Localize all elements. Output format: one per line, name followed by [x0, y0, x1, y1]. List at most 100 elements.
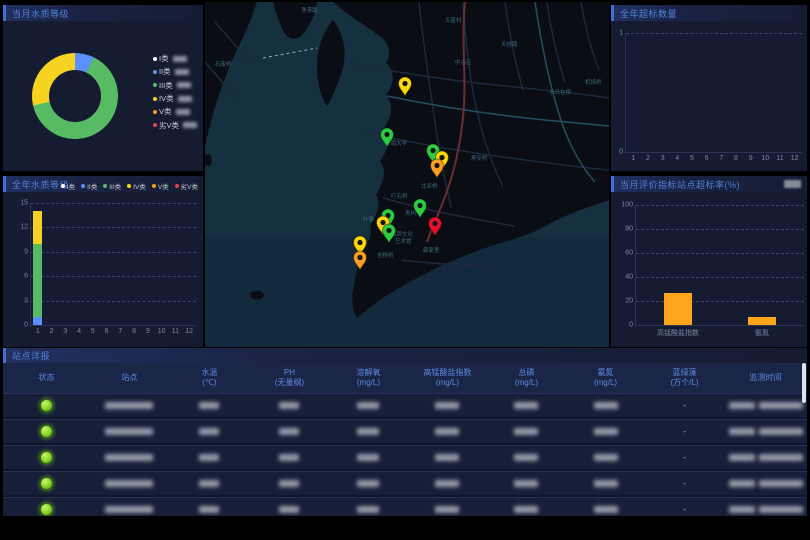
column-header[interactable]: 氨氮(mg/L) [566, 363, 645, 393]
legend-label: I类 [159, 53, 169, 64]
column-header[interactable]: 蓝绿藻(万个/L) [645, 363, 724, 393]
column-label: 氨氮 [598, 369, 614, 378]
redacted-value [594, 402, 618, 409]
legend-item[interactable]: III类 [153, 79, 197, 92]
x-axis-tick: 9 [749, 155, 753, 162]
plot-area: 020406080100高锰酸盐指数氨氮 [635, 205, 804, 326]
table-cell [724, 506, 807, 513]
x-axis-tick: 7 [118, 328, 122, 335]
annual-quality-chart[interactable]: 03691215123456789101112 [3, 176, 203, 347]
bar-segment[interactable] [33, 317, 42, 325]
table-cell: - [645, 427, 724, 436]
redacted-value [199, 428, 219, 435]
column-header[interactable]: 水温(℃) [169, 363, 250, 393]
table-cell [487, 402, 566, 409]
bar-segment[interactable] [33, 244, 42, 317]
legend-item[interactable]: 劣V类 [153, 118, 197, 131]
x-axis-tick: 4 [675, 155, 679, 162]
redacted-value [173, 56, 187, 62]
table-cell [408, 402, 487, 409]
column-header[interactable]: 状态 [3, 363, 90, 393]
column-label: 总磷 [518, 369, 534, 378]
bar-segment[interactable] [33, 211, 42, 244]
redacted-value [594, 506, 618, 513]
bar-segment[interactable] [664, 293, 692, 325]
x-axis-tick: 5 [690, 155, 694, 162]
algae-value: - [683, 453, 686, 462]
y-axis-tick: 9 [10, 248, 28, 255]
panel-station-table: 站点详报 状态站点水温(℃)PH(无量纲)溶解氧(mg/L)高锰酸盐指数(mg/… [3, 348, 807, 516]
redacted-value [357, 454, 379, 461]
table-cell [566, 402, 645, 409]
y-axis-tick: 12 [10, 224, 28, 231]
column-label: 监测时间 [750, 374, 782, 383]
panel-annual-exceed: 全年超标数量 01123456789101112 [611, 5, 807, 171]
legend-item[interactable]: II类 [153, 65, 197, 78]
legend-label: II类 [159, 66, 171, 77]
monthly-quality-donut-chart[interactable] [32, 53, 118, 139]
column-label: 蓝绿藻 [673, 369, 697, 378]
x-axis-tick: 12 [791, 155, 799, 162]
table-row[interactable]: - [3, 497, 807, 516]
legend-dot [153, 70, 157, 74]
redacted-value [279, 402, 299, 409]
y-axis-tick: 80 [615, 226, 633, 233]
bar-segment[interactable] [748, 317, 776, 325]
x-axis-tick: 11 [172, 328, 179, 335]
redacted-value [279, 428, 299, 435]
redacted-value [279, 480, 299, 487]
y-axis-tick: 15 [10, 200, 28, 207]
redacted-value [105, 428, 153, 435]
grid-line [31, 203, 196, 204]
redacted-value [105, 480, 153, 487]
table-cell [408, 428, 487, 435]
redacted-value [594, 428, 618, 435]
legend-dot [153, 123, 157, 127]
legend-item[interactable]: IV类 [153, 92, 197, 105]
x-axis-tick: 8 [734, 155, 738, 162]
legend-label: 劣V类 [159, 120, 179, 131]
table-row[interactable]: - [3, 445, 807, 469]
table-row[interactable]: - [3, 471, 807, 495]
table-cell: - [645, 479, 724, 488]
redacted-value [178, 96, 192, 102]
column-header[interactable]: 站点 [90, 363, 169, 393]
table-row[interactable]: - [3, 393, 807, 417]
table-cell [724, 454, 807, 461]
table-row[interactable]: - [3, 419, 807, 443]
grid-line [626, 33, 802, 34]
map-place-label: 艺术馆 [395, 237, 412, 245]
column-header[interactable]: 监测时间 [724, 363, 807, 393]
scrollbar-thumb[interactable] [802, 363, 806, 403]
x-axis-tick: 1 [631, 155, 635, 162]
column-header[interactable]: 溶解氧(mg/L) [329, 363, 408, 393]
column-header[interactable]: 高锰酸盐指数(mg/L) [408, 363, 487, 393]
redacted-value [176, 109, 190, 115]
table-cell [487, 454, 566, 461]
donut-legend: I类 II类 III类IV类V类劣V类 [153, 52, 197, 132]
map-place-label: 机场桥 [585, 78, 602, 86]
table-cell [169, 480, 250, 487]
table-cell [329, 506, 408, 513]
grid-line [31, 252, 196, 253]
table-cell [169, 402, 250, 409]
map-canvas[interactable]: 石废桥渔港路五星村中心区天桂路机场桥小日在桥岭南大学寿安桥北亚桥叮石桥叶春青屿海… [205, 2, 609, 347]
x-axis-tick: 氨氮 [755, 328, 769, 338]
redacted-value [199, 454, 219, 461]
redacted-value [357, 428, 379, 435]
annual-exceed-chart[interactable]: 01123456789101112 [611, 5, 807, 171]
column-header[interactable]: PH(无量纲) [250, 363, 329, 393]
column-header[interactable]: 总磷(mg/L) [487, 363, 566, 393]
panel-title: 当月水质等级 [6, 7, 69, 20]
x-axis-tick: 10 [158, 328, 166, 335]
map-place-label: 寿安桥 [471, 154, 488, 162]
table-cell [250, 454, 329, 461]
station-map[interactable]: 石废桥渔港路五星村中心区天桂路机场桥小日在桥岭南大学寿安桥北亚桥叮石桥叶春青屿海… [205, 2, 609, 347]
indicator-rate-chart[interactable]: 020406080100高锰酸盐指数氨氮 [611, 176, 807, 347]
column-unit: (mg/L) [436, 379, 459, 388]
redacted-value [759, 402, 803, 409]
x-axis-tick: 7 [719, 155, 723, 162]
column-label: 溶解氧 [356, 369, 380, 378]
legend-item[interactable]: V类 [153, 105, 197, 118]
legend-item[interactable]: I类 [153, 52, 197, 65]
